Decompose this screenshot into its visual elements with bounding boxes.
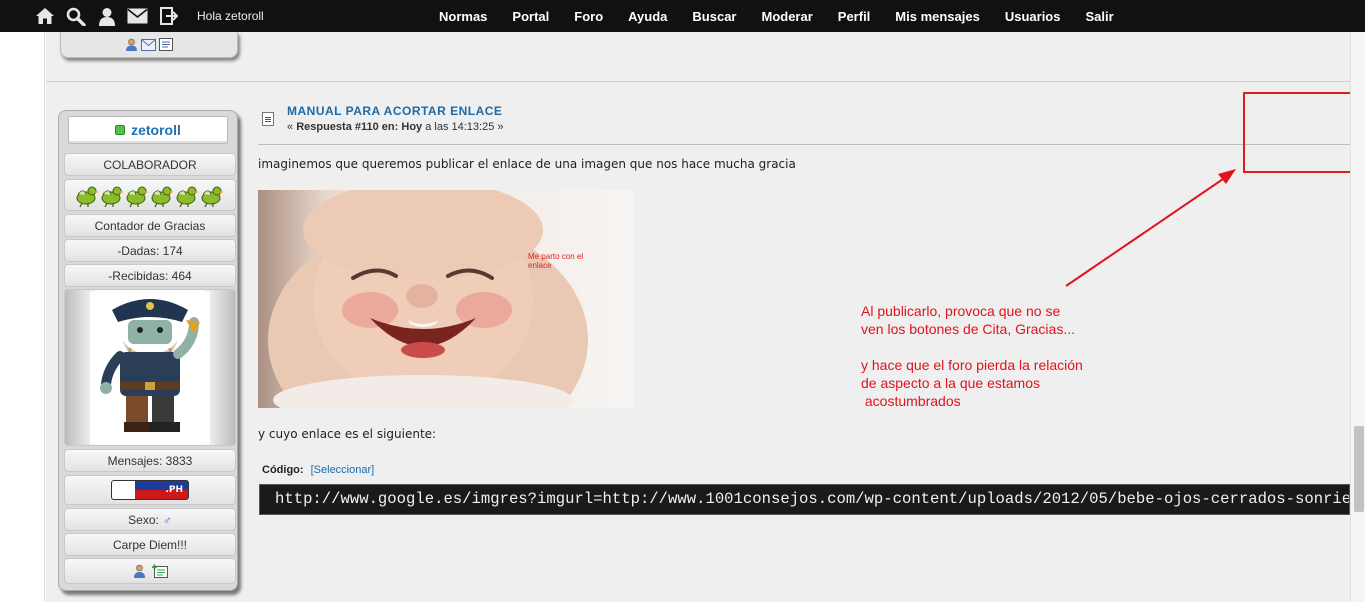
- thanks-given: -Dadas: 174: [64, 239, 236, 262]
- home-icon[interactable]: [34, 6, 55, 26]
- main-nav: Normas Portal Foro Ayuda Buscar Moderar …: [439, 0, 1139, 32]
- nav-salir[interactable]: Salir: [1085, 9, 1113, 24]
- rank-bird-icon: [151, 186, 174, 208]
- post-image[interactable]: Me parto con el enlace: [258, 190, 634, 408]
- rank-bird-icon: [201, 186, 224, 208]
- laughing-baby-image: [268, 190, 588, 408]
- vertical-scrollbar[interactable]: [1350, 32, 1365, 602]
- thanks-counter-title: Contador de Gracias: [64, 214, 236, 237]
- view-profile-icon[interactable]: [133, 564, 146, 578]
- greeting-text: Hola zetoroll: [197, 9, 264, 23]
- image-caption: Me parto con el enlace: [528, 252, 584, 270]
- post-followup-text: y cuyo enlace es el siguiente:: [258, 427, 437, 441]
- sex-field: Sexo: ♂: [64, 508, 236, 531]
- profile-actions: [64, 558, 236, 584]
- code-header: Código: [Seleccionar]: [262, 464, 375, 476]
- scrollbar-thumb[interactable]: [1354, 426, 1364, 512]
- nav-mis-mensajes[interactable]: Mis mensajes: [895, 9, 980, 24]
- signature-text: Carpe Diem!!!: [64, 533, 236, 556]
- poster-name[interactable]: zetoroll: [68, 116, 228, 144]
- user-icon[interactable]: [96, 6, 117, 26]
- send-pm-icon[interactable]: [151, 564, 168, 578]
- nav-perfil[interactable]: Perfil: [838, 9, 871, 24]
- country-badge: .PH: [64, 475, 236, 505]
- message-count: Mensajes: 3833: [64, 449, 236, 472]
- personal-message-icon[interactable]: [159, 38, 173, 51]
- rank-stars: [64, 179, 236, 211]
- rank-bird-icon: [126, 186, 149, 208]
- avatar-pirate-image: [90, 291, 210, 444]
- post-divider: [46, 81, 1350, 82]
- post-meta: « Respuesta #110 en: Hoy a las 14:13:25 …: [287, 121, 504, 133]
- avatar[interactable]: [64, 289, 236, 446]
- rank-bird-icons: [76, 186, 224, 208]
- nav-moderar[interactable]: Moderar: [761, 9, 812, 24]
- profile-icon[interactable]: [125, 38, 138, 51]
- post-header-divider: [258, 144, 1350, 145]
- annotation-highlight-box: [1243, 92, 1365, 173]
- online-status-icon: [115, 125, 126, 135]
- previous-post-profile-footer: [60, 32, 238, 58]
- email-icon[interactable]: [141, 38, 156, 51]
- nav-ayuda[interactable]: Ayuda: [628, 9, 667, 24]
- search-icon[interactable]: [65, 6, 86, 26]
- thanks-received: -Recibidas: 464: [64, 264, 236, 287]
- nav-normas[interactable]: Normas: [439, 9, 487, 24]
- post-area-background: [46, 32, 1350, 602]
- flag-icon: .PH: [111, 480, 189, 500]
- code-block[interactable]: http://www.google.es/imgres?imgurl=http:…: [259, 484, 1350, 515]
- nav-buscar[interactable]: Buscar: [692, 9, 736, 24]
- nav-usuarios[interactable]: Usuarios: [1005, 9, 1061, 24]
- select-code-link[interactable]: [Seleccionar]: [311, 464, 375, 476]
- post-intro-text: imaginemos que queremos publicar el enla…: [258, 157, 796, 171]
- nav-portal[interactable]: Portal: [512, 9, 549, 24]
- page-left-margin: [0, 32, 45, 602]
- post-icon: [262, 112, 274, 126]
- nav-foro[interactable]: Foro: [574, 9, 603, 24]
- male-icon: ♂: [162, 512, 172, 527]
- rank-bird-icon: [76, 186, 99, 208]
- rank-bird-icon: [176, 186, 199, 208]
- member-rank: COLABORADOR: [64, 153, 236, 176]
- rank-bird-icon: [101, 186, 124, 208]
- annotation-text: Al publicarlo, provoca que no se ven los…: [861, 303, 1083, 409]
- logout-icon[interactable]: [158, 6, 179, 26]
- user-icons-group: Hola zetoroll: [34, 6, 264, 26]
- top-navigation-bar: Hola zetoroll Normas Portal Foro Ayuda B…: [0, 0, 1365, 32]
- post-title-link[interactable]: MANUAL PARA ACORTAR ENLACE: [287, 104, 502, 118]
- code-text: http://www.google.es/imgres?imgurl=http:…: [275, 490, 1350, 508]
- poster-profile-card: zetoroll COLABORADOR Contador de Gracias…: [58, 110, 238, 591]
- mail-icon[interactable]: [127, 6, 148, 26]
